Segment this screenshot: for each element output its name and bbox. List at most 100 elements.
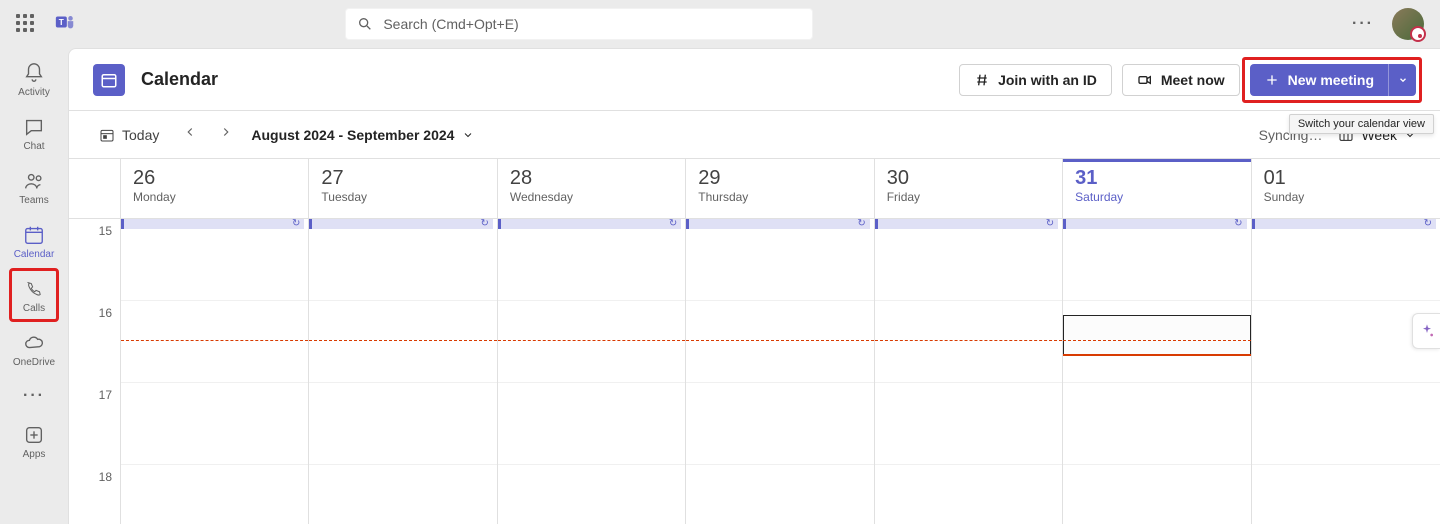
day-header: 01Sunday (1252, 159, 1440, 219)
today-button[interactable]: Today (93, 123, 165, 147)
people-icon (23, 170, 45, 192)
day-header: 31Saturday (1063, 159, 1250, 219)
bell-icon (23, 62, 45, 84)
new-meeting-button[interactable]: New meeting (1250, 64, 1388, 96)
recurring-icon: ↻ (480, 218, 488, 229)
day-column[interactable]: 27Tuesday↻ (309, 159, 497, 524)
day-body[interactable]: ↻ (309, 219, 496, 524)
rail-onedrive[interactable]: OneDrive (4, 324, 64, 376)
selection-box[interactable] (1063, 315, 1250, 355)
svg-text:T: T (59, 17, 64, 26)
cloud-icon (23, 332, 45, 354)
ellipsis-icon: ··· (23, 387, 45, 405)
chevron-left-icon (183, 125, 197, 139)
recurring-event[interactable]: ↻ (309, 219, 492, 229)
recurring-icon: ↻ (857, 218, 865, 229)
chevron-down-icon (462, 129, 474, 141)
day-number: 26 (133, 167, 296, 190)
day-name: Monday (133, 190, 296, 204)
day-body[interactable]: ↻ (686, 219, 873, 524)
calendar-icon (23, 224, 45, 246)
rail-calls[interactable]: Calls (4, 270, 64, 322)
day-number: 30 (887, 167, 1050, 190)
day-body[interactable]: ↻ (121, 219, 308, 524)
calendar-grid: 15 16 17 18 26Monday↻27Tuesday↻28Wednesd… (69, 159, 1440, 524)
day-header: 27Tuesday (309, 159, 496, 219)
time-label: 15 (99, 224, 112, 238)
chevron-down-icon (1398, 75, 1408, 85)
day-name: Wednesday (510, 190, 673, 204)
day-column[interactable]: 31Saturday↻ (1063, 159, 1251, 524)
plus-icon (1264, 72, 1280, 88)
now-indicator (1063, 354, 1250, 356)
rail-calendar[interactable]: Calendar (4, 216, 64, 268)
user-avatar[interactable] (1392, 8, 1424, 40)
now-indicator (309, 340, 496, 341)
hash-icon (974, 72, 990, 88)
apps-icon (23, 424, 45, 446)
search-placeholder: Search (Cmd+Opt+E) (383, 16, 518, 32)
date-range-picker[interactable]: August 2024 - September 2024 (251, 127, 474, 143)
day-name: Friday (887, 190, 1050, 204)
day-header: 29Thursday (686, 159, 873, 219)
meet-now-button[interactable]: Meet now (1122, 64, 1240, 96)
now-indicator (121, 340, 308, 341)
recurring-event[interactable]: ↻ (121, 219, 304, 229)
app-rail: Activity Chat Teams Calendar Calls OneDr… (0, 48, 68, 524)
teams-logo-icon[interactable]: T (54, 11, 76, 38)
join-with-id-button[interactable]: Join with an ID (959, 64, 1112, 96)
chevron-right-icon (219, 125, 233, 139)
app-launcher-icon[interactable] (16, 14, 36, 34)
video-icon (1137, 72, 1153, 88)
day-column[interactable]: 29Thursday↻ (686, 159, 874, 524)
day-header: 30Friday (875, 159, 1062, 219)
recurring-icon: ↻ (1046, 218, 1054, 229)
day-body[interactable]: ↻ (1063, 219, 1250, 524)
new-meeting-dropdown[interactable] (1388, 64, 1416, 96)
day-column[interactable]: 26Monday ↻ (121, 159, 309, 524)
recurring-icon: ↻ (292, 218, 300, 229)
more-options-icon[interactable]: ··· (1352, 15, 1374, 33)
rail-teams[interactable]: Teams (4, 162, 64, 214)
day-number: 28 (510, 167, 673, 190)
phone-icon (23, 278, 45, 300)
page-header: Calendar Join with an ID Meet now New me… (69, 49, 1440, 111)
day-number: 27 (321, 167, 484, 190)
now-indicator (875, 340, 1062, 341)
recurring-icon: ↻ (1234, 218, 1242, 229)
day-body[interactable]: ↻ (875, 219, 1062, 524)
calendar-toolbar: Today August 2024 - September 2024 Synci… (69, 111, 1440, 159)
prev-week-button[interactable] (179, 121, 201, 148)
day-column[interactable]: 30Friday↻ (875, 159, 1063, 524)
rail-activity[interactable]: Activity (4, 54, 64, 106)
recurring-event[interactable]: ↻ (1063, 219, 1246, 229)
copilot-button[interactable] (1412, 313, 1440, 349)
day-name: Thursday (698, 190, 861, 204)
calendar-badge-icon (93, 64, 125, 96)
recurring-event[interactable]: ↻ (875, 219, 1058, 229)
recurring-event[interactable]: ↻ (1252, 219, 1436, 229)
time-label: 18 (99, 470, 112, 484)
day-header: 28Wednesday (498, 159, 685, 219)
recurring-event[interactable]: ↻ (686, 219, 869, 229)
next-week-button[interactable] (215, 121, 237, 148)
calendar-today-icon (99, 127, 115, 143)
search-icon (357, 16, 373, 32)
day-name: Tuesday (321, 190, 484, 204)
rail-apps[interactable]: Apps (4, 416, 64, 468)
rail-chat[interactable]: Chat (4, 108, 64, 160)
day-number: 29 (698, 167, 861, 190)
day-number: 01 (1264, 167, 1428, 190)
day-body[interactable]: ↻ (498, 219, 685, 524)
recurring-event[interactable]: ↻ (498, 219, 681, 229)
recurring-icon: ↻ (1424, 218, 1432, 229)
time-label: 17 (99, 388, 112, 402)
search-input[interactable]: Search (Cmd+Opt+E) (345, 8, 813, 40)
top-bar: T Search (Cmd+Opt+E) ··· (0, 0, 1440, 48)
main-content: Calendar Join with an ID Meet now New me… (68, 48, 1440, 524)
day-number: 31 (1075, 167, 1238, 190)
day-column[interactable]: 28Wednesday↻ (498, 159, 686, 524)
rail-more[interactable]: ··· (4, 378, 64, 414)
day-body[interactable]: ↻ (1252, 219, 1440, 524)
now-indicator (1063, 340, 1250, 341)
